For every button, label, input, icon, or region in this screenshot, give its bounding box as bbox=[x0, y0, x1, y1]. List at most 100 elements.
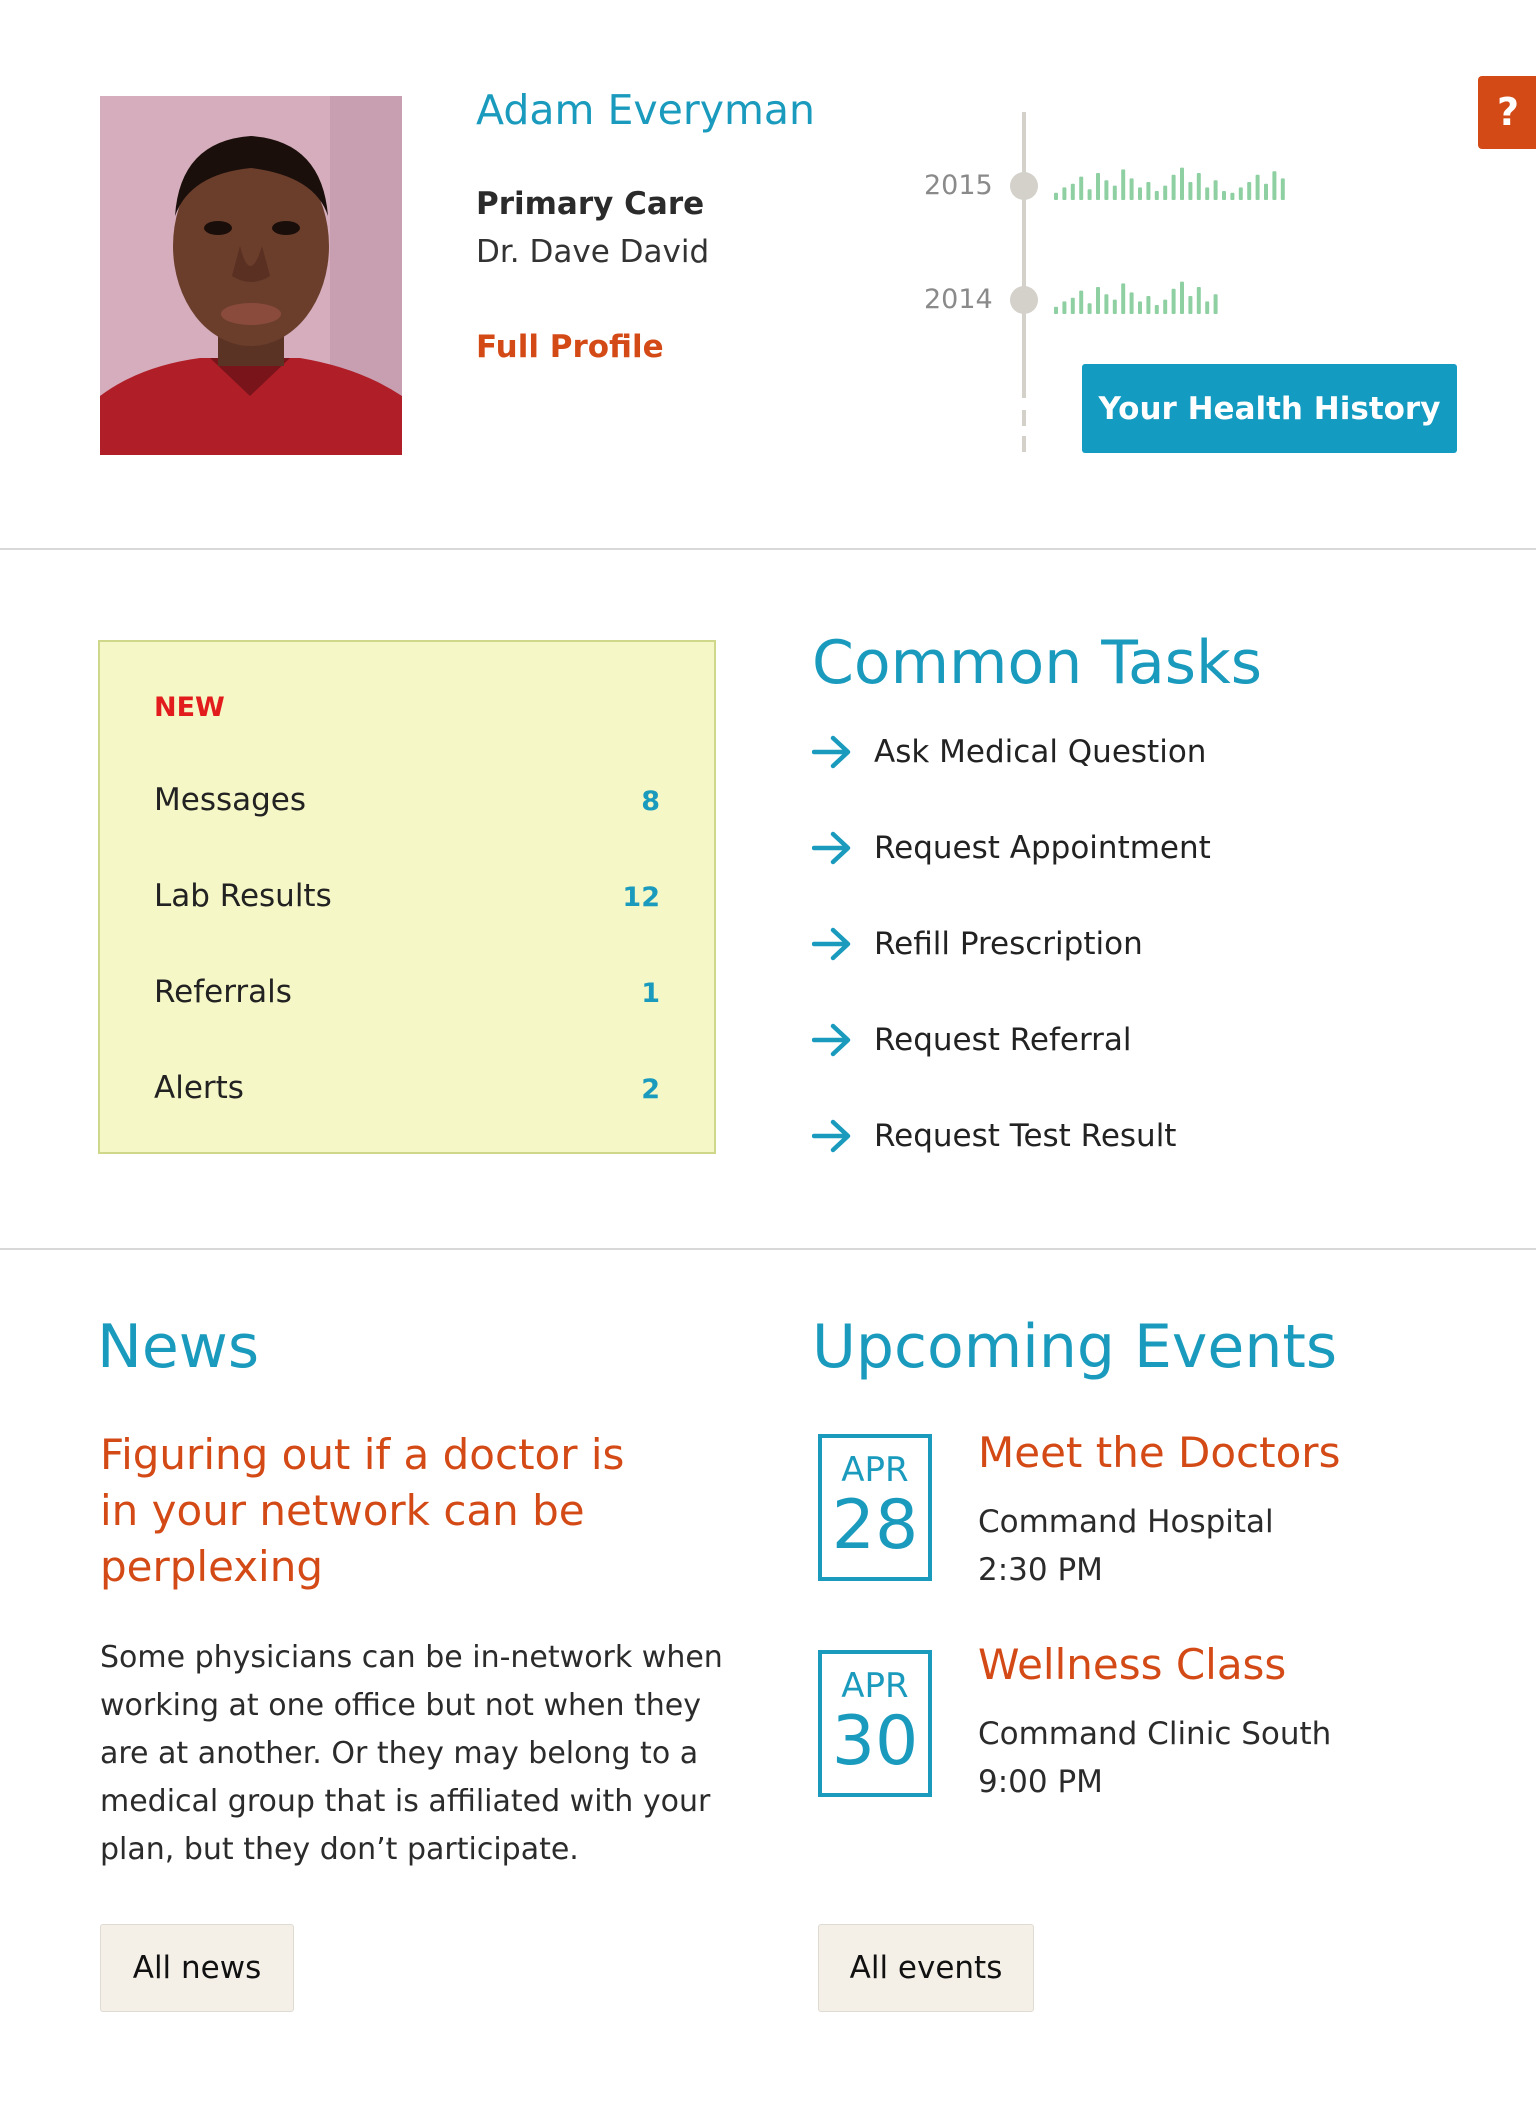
sparkline-bar bbox=[1146, 296, 1151, 314]
sparkline-bar bbox=[1230, 192, 1235, 200]
sparkline-bar bbox=[1062, 187, 1067, 200]
primary-care-doctor: Dr. Dave David bbox=[476, 234, 710, 270]
sparkline-bar bbox=[1222, 191, 1226, 200]
sparkline-bar bbox=[1171, 288, 1176, 314]
sparkline-bar bbox=[1087, 189, 1092, 200]
help-button[interactable]: ? bbox=[1478, 76, 1536, 149]
section-divider bbox=[0, 548, 1536, 550]
arrow-right-icon bbox=[812, 1119, 851, 1153]
sparkline-bar bbox=[1188, 296, 1193, 314]
timeline-dot-2014 bbox=[1010, 286, 1038, 314]
sparkline-2014-icon bbox=[1054, 281, 1218, 314]
sparkline-bar bbox=[1062, 301, 1067, 314]
sparkline-bar bbox=[1129, 178, 1134, 200]
sparkline-bar bbox=[1146, 182, 1151, 200]
task-request-test-result[interactable]: Request Test Result bbox=[812, 1106, 1176, 1166]
primary-care-label: Primary Care bbox=[476, 186, 705, 222]
sparkline-bar bbox=[1070, 183, 1075, 200]
sparkline-bar bbox=[1112, 299, 1117, 314]
timeline-dot-2015 bbox=[1010, 172, 1038, 200]
news-title: News bbox=[97, 1312, 260, 1382]
all-events-button[interactable]: All events bbox=[818, 1924, 1034, 2012]
new-item-alerts-count: 2 bbox=[641, 1074, 660, 1105]
sparkline-bar bbox=[1247, 182, 1252, 200]
new-item-referrals[interactable]: Referrals bbox=[154, 974, 292, 1010]
event-date-badge: APR 30 bbox=[818, 1650, 932, 1797]
sparkline-bar bbox=[1205, 187, 1210, 200]
new-item-lab-results-count: 12 bbox=[622, 882, 660, 913]
section-divider bbox=[0, 1248, 1536, 1250]
new-item-lab-results[interactable]: Lab Results bbox=[154, 878, 332, 914]
sparkline-bar bbox=[1112, 185, 1117, 200]
arrow-right-icon bbox=[812, 927, 851, 961]
sparkline-bar bbox=[1180, 167, 1184, 200]
sparkline-bar bbox=[1079, 290, 1084, 314]
task-ask-medical-question[interactable]: Ask Medical Question bbox=[812, 722, 1206, 782]
sparkline-bar bbox=[1138, 187, 1142, 200]
event-title-link[interactable]: Wellness Class bbox=[978, 1640, 1286, 1689]
upcoming-events-title: Upcoming Events bbox=[812, 1312, 1338, 1382]
sparkline-bar bbox=[1205, 301, 1210, 314]
task-refill-prescription[interactable]: Refill Prescription bbox=[812, 914, 1143, 974]
sparkline-bar bbox=[1213, 180, 1218, 200]
event-time: 9:00 PM bbox=[978, 1764, 1103, 1800]
sparkline-2015-icon bbox=[1054, 167, 1285, 200]
task-label: Request Test Result bbox=[874, 1118, 1177, 1154]
sparkline-bar bbox=[1087, 303, 1092, 314]
sparkline-bar bbox=[1096, 173, 1100, 200]
event-title-link[interactable]: Meet the Doctors bbox=[978, 1428, 1340, 1477]
sparkline-bar bbox=[1121, 169, 1126, 200]
all-news-button[interactable]: All news bbox=[100, 1924, 294, 2012]
sparkline-bar bbox=[1163, 185, 1168, 200]
task-label: Request Appointment bbox=[874, 830, 1211, 866]
sparkline-bar bbox=[1264, 183, 1268, 200]
event-day: 28 bbox=[831, 1486, 919, 1565]
sparkline-bar bbox=[1054, 192, 1058, 200]
new-items-header: NEW bbox=[154, 692, 225, 723]
health-history-button[interactable]: Your Health History bbox=[1082, 364, 1457, 453]
sparkline-bar bbox=[1104, 294, 1109, 314]
sparkline-bar bbox=[1079, 176, 1084, 200]
sparkline-bar bbox=[1196, 287, 1201, 314]
arrow-right-icon bbox=[812, 831, 851, 865]
common-tasks-title: Common Tasks bbox=[812, 628, 1263, 698]
arrow-right-icon bbox=[812, 735, 851, 769]
sparkline-bar bbox=[1121, 283, 1126, 314]
sparkline-bar bbox=[1138, 301, 1142, 314]
timeline-year-2014: 2014 bbox=[924, 284, 993, 315]
sparkline-bar bbox=[1255, 174, 1260, 200]
sparkline-bar bbox=[1272, 171, 1277, 200]
sparkline-bar bbox=[1171, 174, 1176, 200]
task-label: Request Referral bbox=[874, 1022, 1132, 1058]
new-item-referrals-count: 1 bbox=[641, 978, 660, 1009]
new-item-messages[interactable]: Messages bbox=[154, 782, 306, 818]
event-location: Command Clinic South bbox=[978, 1716, 1332, 1752]
sparkline-bar bbox=[1154, 191, 1159, 200]
event-day: 30 bbox=[831, 1702, 919, 1781]
patient-name: Adam Everyman bbox=[476, 86, 816, 134]
event-month: APR bbox=[841, 1666, 909, 1706]
event-month: APR bbox=[841, 1450, 909, 1490]
news-body: Some physicians can be in-network when w… bbox=[100, 1640, 723, 1867]
new-item-messages-count: 8 bbox=[641, 786, 660, 817]
task-request-referral[interactable]: Request Referral bbox=[812, 1010, 1132, 1070]
sparkline-bar bbox=[1196, 173, 1201, 200]
new-item-alerts[interactable]: Alerts bbox=[154, 1070, 244, 1106]
sparkline-bar bbox=[1188, 182, 1193, 200]
sparkline-bar bbox=[1163, 299, 1168, 314]
avatar bbox=[100, 96, 402, 455]
sparkline-bar bbox=[1280, 178, 1285, 200]
task-request-appointment[interactable]: Request Appointment bbox=[812, 818, 1211, 878]
sparkline-bar bbox=[1104, 180, 1109, 200]
event-time: 2:30 PM bbox=[978, 1552, 1103, 1588]
sparkline-bar bbox=[1129, 292, 1134, 314]
timeline-year-2015: 2015 bbox=[924, 170, 993, 201]
sparkline-bar bbox=[1070, 297, 1075, 314]
event-location: Command Hospital bbox=[978, 1504, 1274, 1540]
full-profile-link[interactable]: Full Profile bbox=[476, 329, 664, 365]
sparkline-bar bbox=[1096, 287, 1100, 314]
sparkline-bar bbox=[1054, 306, 1058, 314]
news-headline-link[interactable]: Figuring out if a doctor is in your netw… bbox=[100, 1427, 660, 1595]
sparkline-bar bbox=[1154, 305, 1159, 314]
event-date-badge: APR 28 bbox=[818, 1434, 932, 1581]
